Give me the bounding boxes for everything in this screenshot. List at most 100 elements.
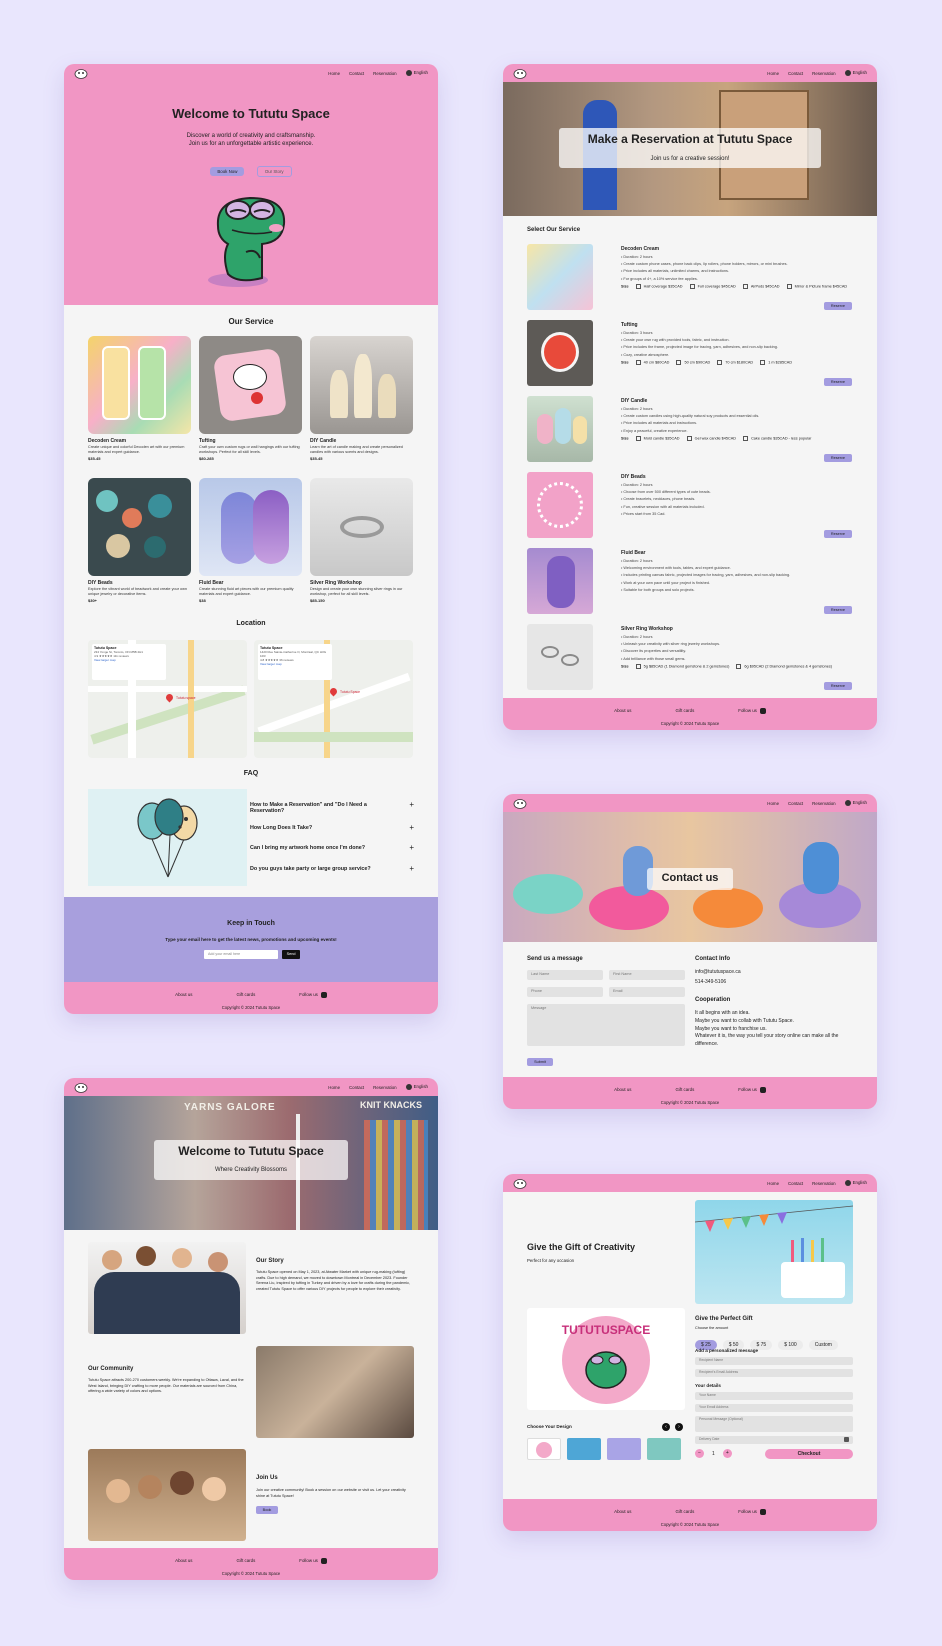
logo-icon[interactable] [74,1082,88,1093]
calendar-icon[interactable] [844,1437,849,1442]
footer-about-link[interactable]: About us [614,1509,631,1515]
service-card[interactable]: Silver Ring Workshop Design and create y… [310,478,413,603]
nav-home[interactable]: Home [767,71,779,76]
size-checkbox[interactable] [635,283,641,289]
size-checkbox[interactable] [742,283,748,289]
reserve-button[interactable]: Reserve [823,682,852,690]
your-name-field[interactable]: Your Name [695,1392,853,1400]
footer-about-link[interactable]: About us [175,1558,192,1564]
language-switch[interactable]: English [844,70,867,76]
amount-option[interactable]: $ 100 [778,1340,803,1350]
quantity-minus-button[interactable]: − [695,1449,704,1458]
footer-gift-link[interactable]: Gift cards [676,1087,695,1093]
footer-follow[interactable]: Follow us [738,1087,766,1093]
instagram-icon[interactable] [759,708,766,714]
footer-gift-link[interactable]: Gift cards [237,992,256,998]
instagram-icon[interactable] [320,1558,327,1564]
book-now-button[interactable]: Book Now [210,167,245,176]
nav-contact[interactable]: Contact [788,801,803,806]
first-name-field[interactable]: First Name [609,970,685,980]
faq-item[interactable]: Can I bring my artwork home once I'm don… [250,844,414,853]
map-larger-link[interactable]: View larger map [260,662,330,666]
personal-message-field[interactable]: Personal Message (Optional) [695,1416,853,1432]
email-field[interactable]: Email [609,987,685,997]
footer-gift-link[interactable]: Gift cards [676,708,695,714]
nav-home[interactable]: Home [767,1181,779,1186]
recipient-email-field[interactable]: Recipient's Email Address [695,1369,853,1377]
faq-item[interactable]: How to Make a Reservation" and "Do I Nee… [250,800,414,814]
size-checkbox[interactable] [736,663,742,669]
nav-contact[interactable]: Contact [788,71,803,76]
footer-follow[interactable]: Follow us [738,708,766,714]
phone-field[interactable]: Phone [527,987,603,997]
footer-follow[interactable]: Follow us [299,992,327,998]
nav-home[interactable]: Home [328,1085,340,1090]
size-checkbox[interactable] [635,435,641,441]
join-book-button[interactable]: Book [256,1506,278,1514]
footer-about-link[interactable]: About us [614,708,631,714]
footer-about-link[interactable]: About us [614,1087,631,1093]
reserve-button[interactable]: Reserve [823,378,852,386]
size-checkbox[interactable] [635,663,641,669]
service-card[interactable]: Decoden Cream Create unique and colorful… [88,336,191,461]
size-checkbox[interactable] [686,435,692,441]
plus-icon[interactable]: + [409,864,414,873]
recipient-name-field[interactable]: Recipient Name [695,1357,853,1365]
service-card[interactable]: DIY Candle Learn the art of candle makin… [310,336,413,461]
reserve-button[interactable]: Reserve [823,530,852,538]
reserve-button[interactable]: Reserve [823,454,852,462]
logo-icon[interactable] [74,68,88,79]
nav-reservation[interactable]: Reservation [812,71,835,76]
service-card[interactable]: DIY Beads Explore the vibrant world of b… [88,478,191,603]
language-switch[interactable]: English [405,1084,428,1090]
size-checkbox[interactable] [760,359,766,365]
instagram-icon[interactable] [759,1087,766,1093]
amount-option[interactable]: Custom [808,1340,838,1350]
design-option[interactable] [567,1438,601,1460]
reserve-button[interactable]: Reserve [823,302,852,310]
delivery-date-field[interactable]: Delivery Date [695,1436,853,1444]
plus-icon[interactable]: + [409,823,414,832]
checkout-button[interactable]: Checkout [765,1449,853,1459]
logo-icon[interactable] [513,68,527,79]
nav-contact[interactable]: Contact [349,71,364,76]
service-card[interactable]: Tufting Craft your own custom rugs or wa… [199,336,302,461]
design-option[interactable] [527,1438,561,1460]
size-checkbox[interactable] [786,283,792,289]
nav-home[interactable]: Home [767,801,779,806]
submit-button[interactable]: Submit [527,1058,553,1066]
footer-follow[interactable]: Follow us [299,1558,327,1564]
size-checkbox[interactable] [689,283,695,289]
nav-reservation[interactable]: Reservation [373,1085,396,1090]
send-button[interactable]: Send [282,950,300,959]
reserve-button[interactable]: Reserve [823,606,852,614]
plus-icon[interactable]: + [409,800,414,809]
nav-contact[interactable]: Contact [788,1181,803,1186]
language-switch[interactable]: English [405,70,428,76]
design-option[interactable] [607,1438,641,1460]
quantity-value[interactable]: 1 [712,1451,715,1457]
logo-icon[interactable] [513,1178,527,1189]
map-toronto[interactable]: Tututu Space 234 Yonge St, Toronto, ON M… [88,640,247,758]
nav-home[interactable]: Home [328,71,340,76]
last-name-field[interactable]: Last Name [527,970,603,980]
nav-reservation[interactable]: Reservation [812,801,835,806]
footer-about-link[interactable]: About us [175,992,192,998]
size-checkbox[interactable] [635,359,641,365]
nav-contact[interactable]: Contact [349,1085,364,1090]
size-checkbox[interactable] [717,359,723,365]
your-email-field[interactable]: Your Email Address [695,1404,853,1412]
logo-icon[interactable] [513,798,527,809]
map-larger-link[interactable]: View larger map [94,658,164,662]
service-card[interactable]: Fluid Bear Create stunning fluid art pie… [199,478,302,603]
contact-email[interactable]: info@tututuspace.ca [695,969,741,975]
size-checkbox[interactable] [743,435,749,441]
nav-reservation[interactable]: Reservation [812,1181,835,1186]
quantity-plus-button[interactable]: + [722,1449,732,1458]
design-prev-button[interactable]: ‹ [662,1423,670,1431]
language-switch[interactable]: English [844,1180,867,1186]
design-next-button[interactable]: › [675,1423,683,1431]
footer-follow[interactable]: Follow us [738,1509,766,1515]
design-option[interactable] [647,1438,681,1460]
email-input[interactable]: Add your email here [204,950,278,959]
